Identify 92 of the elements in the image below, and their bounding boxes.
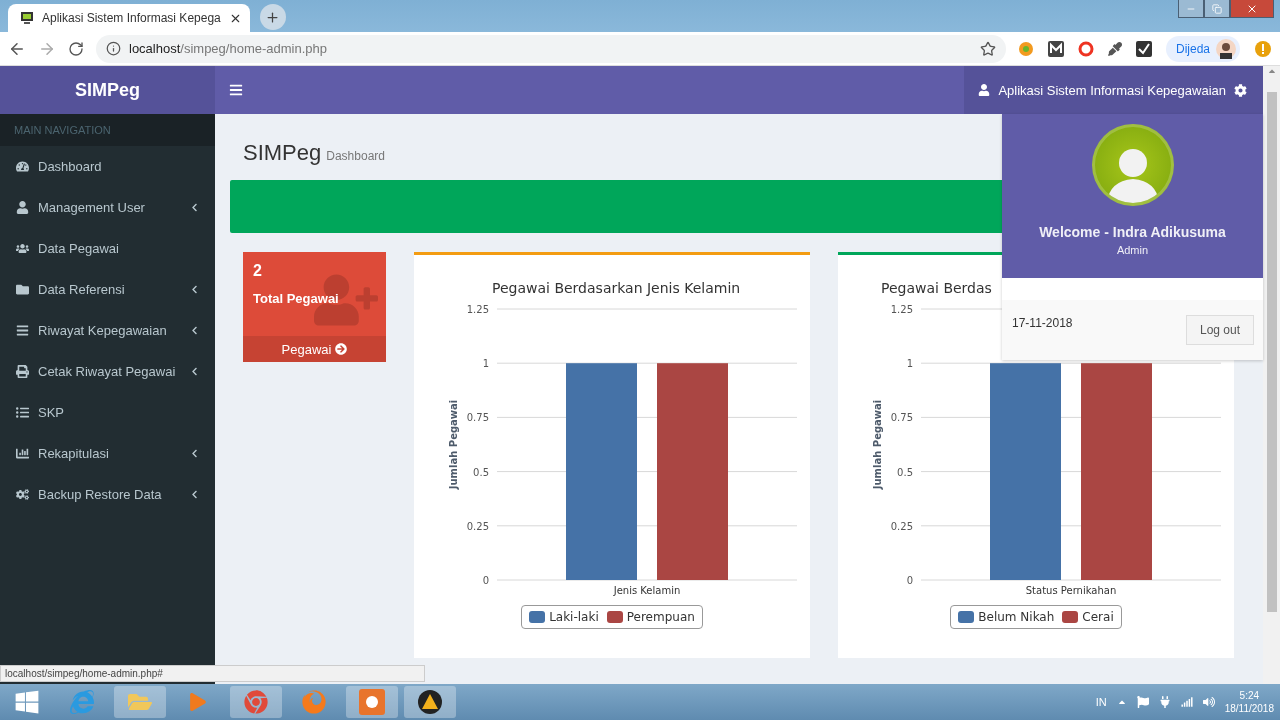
list-lines-icon — [16, 324, 29, 337]
axis-tick-label: 0.75 — [466, 412, 489, 424]
axis-tick-label: 0 — [482, 575, 489, 586]
legend-label[interactable]: Cerai — [1082, 610, 1114, 624]
axis-tick-label: 1 — [906, 358, 913, 370]
chevron-icon — [190, 367, 199, 376]
user-menu[interactable]: Aplikasi Sistem Informasi Kepegawaian — [964, 66, 1263, 114]
legend-swatch — [1062, 611, 1079, 623]
legend-label[interactable]: Laki-laki — [549, 610, 599, 624]
chart-title: Pegawai Berdasarkan Jenis Kelamin — [492, 280, 741, 296]
volume-icon[interactable] — [1202, 696, 1215, 708]
restore-button[interactable] — [1204, 0, 1230, 18]
legend-label[interactable]: Perempuan — [626, 610, 695, 624]
settings-icon[interactable] — [1234, 83, 1247, 97]
user-icon — [978, 84, 991, 96]
menu-icon[interactable] — [229, 83, 243, 97]
power-icon[interactable] — [1158, 696, 1171, 708]
users-icon — [16, 242, 29, 255]
sidebar-header: MAIN NAVIGATION — [0, 114, 215, 146]
legend-swatch — [606, 611, 623, 623]
network-icon[interactable] — [1180, 696, 1193, 708]
logout-button[interactable]: Log out — [1185, 315, 1254, 345]
info-icon — [106, 41, 121, 56]
axis-tick-label: 0.25 — [890, 520, 913, 532]
minimize-button[interactable] — [1178, 0, 1204, 18]
axis-title: Jumlah Pegawai — [448, 399, 459, 490]
sidebar-item[interactable]: Data Referensi — [0, 269, 215, 310]
profile-button[interactable]: Dijeda — [1165, 35, 1240, 62]
stat-count: 2 — [253, 262, 263, 280]
legend-label[interactable]: Belum Nikah — [978, 610, 1055, 624]
plus-icon — [265, 9, 281, 25]
printer-icon — [16, 365, 29, 378]
user-menu-label: Aplikasi Sistem Informasi Kepegawaian — [998, 82, 1226, 98]
user-icon — [16, 201, 29, 214]
address-bar[interactable]: localhost/simpeg/home-admin.php — [96, 34, 1006, 63]
sidebar-item[interactable]: Data Pegawai — [0, 228, 215, 269]
start-button[interactable] — [14, 689, 40, 715]
flag-icon[interactable] — [1136, 696, 1149, 708]
page-subtitle: Dashboard — [326, 149, 385, 163]
axis-tick-label: 1 — [482, 358, 489, 370]
list-icon — [16, 406, 29, 419]
axis-tick-label: 0.25 — [466, 520, 489, 532]
axis-tick-label: 0.5 — [897, 466, 913, 478]
category-label: Status Pernikahan — [1025, 585, 1117, 596]
reload-icon[interactable] — [68, 40, 84, 57]
alert-icon[interactable] — [1254, 39, 1272, 58]
sidebar-item[interactable]: SKP — [0, 392, 215, 433]
new-tab-button[interactable] — [259, 4, 286, 30]
sidebar-item[interactable]: Dashboard — [0, 146, 215, 187]
avatar-icon — [1216, 38, 1236, 59]
axis-tick-label: 0 — [906, 575, 913, 586]
dashboard-icon — [16, 160, 29, 173]
sidebar-item[interactable]: Management User — [0, 187, 215, 228]
status-url: localhost/simpeg/home-admin.php# — [0, 665, 425, 682]
chart-title: Pegawai Berdas — [881, 280, 992, 296]
folder-icon — [16, 283, 29, 296]
monitor-icon — [20, 11, 34, 25]
chevron-icon — [190, 285, 199, 294]
sidebar-item[interactable]: Backup Restore Data — [0, 474, 215, 515]
axis-tick-label: 0.75 — [890, 412, 913, 424]
axis-tick-label: 0.5 — [473, 466, 489, 478]
chevron-icon — [190, 326, 199, 335]
sidebar-item[interactable]: Riwayat Kepegawaian — [0, 310, 215, 351]
category-label: Jenis Kelamin — [613, 585, 681, 596]
sidebar-item[interactable]: Rekapitulasi — [0, 433, 215, 474]
stat-link[interactable]: Pegawai — [243, 336, 386, 362]
eyedropper-icon[interactable] — [1107, 41, 1122, 56]
restore-icon — [1212, 3, 1222, 14]
chevron-icon — [190, 203, 199, 212]
gears-icon — [16, 488, 29, 501]
scrollbar[interactable] — [1263, 66, 1280, 684]
axis-title: Jumlah Pegawai — [872, 399, 883, 490]
star-icon[interactable] — [979, 40, 996, 57]
chevron-icon — [190, 449, 199, 458]
axis-tick-label: 1.25 — [466, 304, 489, 315]
app-logo[interactable]: SIMPeg — [0, 66, 215, 114]
chevron-icon — [190, 490, 199, 499]
extension-icon[interactable] — [1047, 40, 1064, 57]
legend-swatch — [958, 611, 975, 623]
date-text: 17-11-2018 — [1012, 316, 1073, 330]
stat-label: Total Pegawai — [253, 291, 340, 306]
taskbar-icon[interactable] — [404, 686, 456, 718]
bar-chart-icon — [16, 447, 29, 460]
axis-tick-label: 1.25 — [890, 304, 913, 315]
url-text: localhost/simpeg/home-admin.php — [129, 41, 327, 56]
sidebar-item[interactable]: Cetak Riwayat Pegawai — [0, 351, 215, 392]
page-title: SIMPeg — [243, 140, 322, 166]
role-text: Admin — [1116, 244, 1149, 256]
browser-tab[interactable]: Aplikasi Sistem Informasi Kepega — [8, 4, 250, 32]
checkbox-icon[interactable] — [1135, 40, 1152, 57]
welcome-text: Welcome - Indra Adikusuma — [1039, 224, 1226, 240]
legend-swatch — [529, 611, 546, 623]
